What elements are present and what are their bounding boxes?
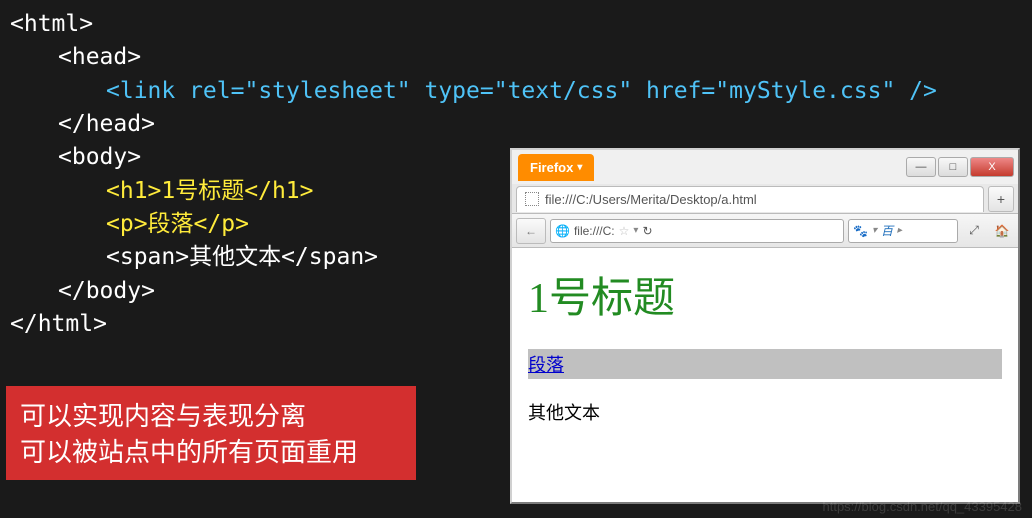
close-button[interactable]: X [970,157,1014,177]
home-button[interactable]: 🏠 [990,219,1014,243]
firefox-menu-button[interactable]: Firefox [518,154,594,181]
note-line: 可以实现内容与表现分离 [20,398,402,434]
url-text: file:///C: [574,224,615,238]
new-tab-button[interactable]: + [988,186,1014,212]
note-box: 可以实现内容与表现分离 可以被站点中的所有页面重用 [6,386,416,480]
tab-title: file:///C:/Users/Merita/Desktop/a.html [545,192,757,207]
fullscreen-button[interactable]: ⤢ [962,219,986,243]
search-engine-icon: 🐾 [853,224,868,238]
page-viewport: 1号标题 段落 其他文本 [512,248,1018,502]
rendered-span: 其他文本 [528,399,1002,425]
note-line: 可以被站点中的所有页面重用 [20,434,402,470]
code-line: <head> [58,41,937,74]
globe-icon: 🌐 [555,224,570,238]
code-line: </head> [58,108,937,141]
dropdown-icon[interactable]: ▾ [872,225,877,236]
browser-tab[interactable]: file:///C:/Users/Merita/Desktop/a.html [516,186,984,212]
rendered-h1: 1号标题 [528,264,1002,325]
rendered-p: 段落 [528,349,1002,379]
bookmark-icon[interactable]: ☆ [619,224,630,238]
window-controls: — □ X [906,157,1018,177]
search-input[interactable]: 🐾 ▾ 百 ▸ [848,219,958,243]
browser-window: Firefox — □ X file:///C:/Users/Merita/De… [510,148,1020,504]
minimize-button[interactable]: — [906,157,936,177]
back-button[interactable]: ← [516,218,546,244]
maximize-button[interactable]: □ [938,157,968,177]
document-icon [525,192,539,206]
dropdown-icon[interactable]: ▾ [633,225,638,236]
tab-strip: file:///C:/Users/Merita/Desktop/a.html + [512,184,1018,214]
code-line: <html> [10,8,937,41]
search-placeholder: 百 [881,222,893,239]
url-input[interactable]: 🌐 file:///C: ☆ ▾ ↻ [550,219,844,243]
code-line-link: <link rel="stylesheet" type="text/css" h… [106,75,937,108]
nav-bar: ← 🌐 file:///C: ☆ ▾ ↻ 🐾 ▾ 百 ▸ ⤢ 🏠 [512,214,1018,248]
refresh-icon[interactable]: ↻ [642,224,652,238]
search-go-icon[interactable]: ▸ [897,225,902,236]
watermark: https://blog.csdn.net/qq_43395428 [823,499,1023,514]
titlebar: Firefox — □ X [512,150,1018,184]
